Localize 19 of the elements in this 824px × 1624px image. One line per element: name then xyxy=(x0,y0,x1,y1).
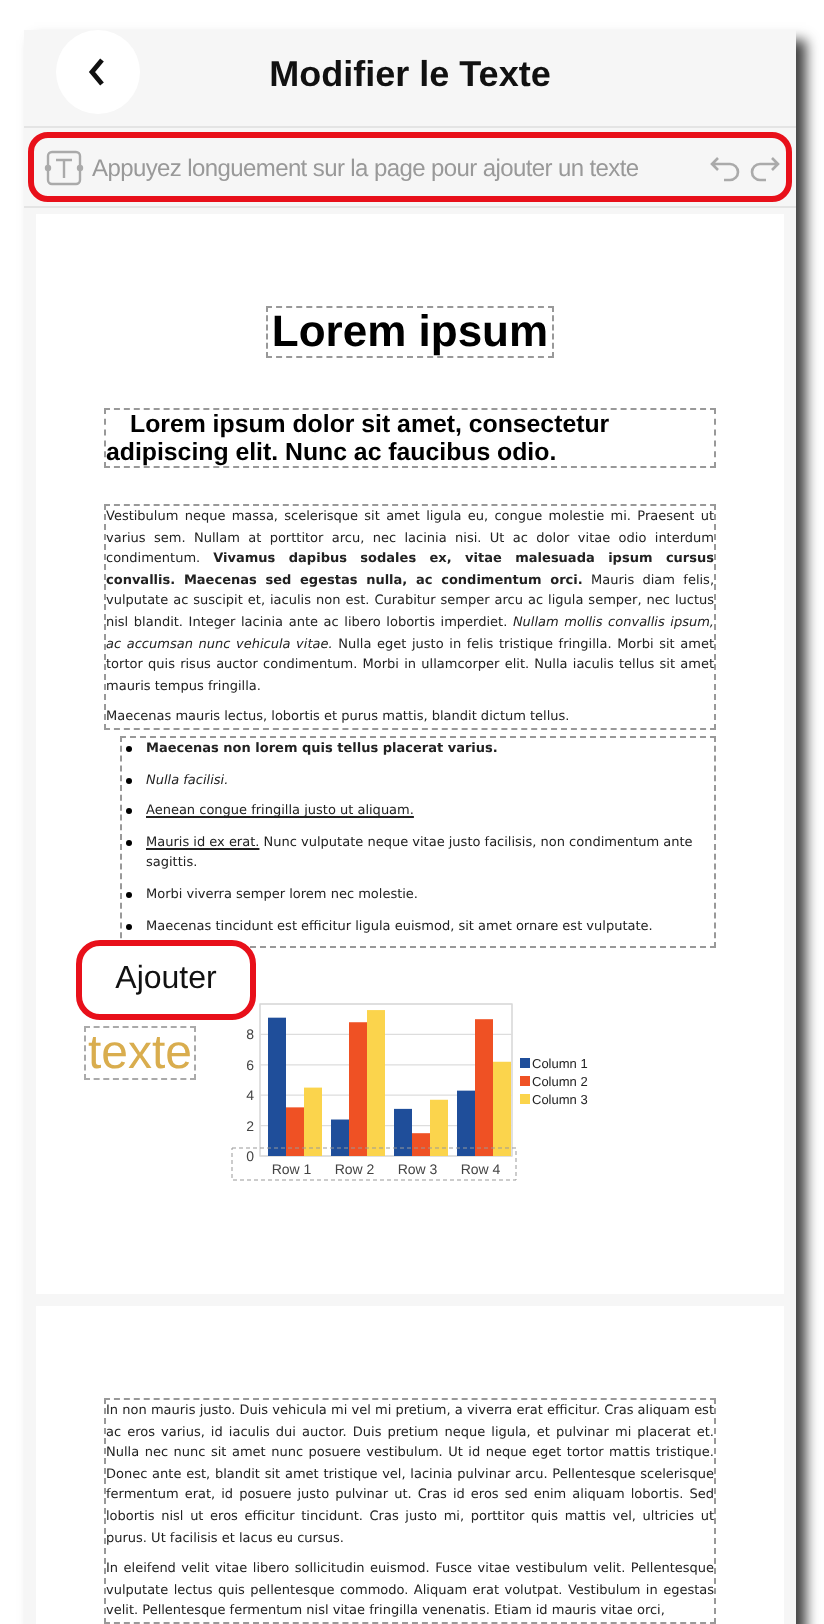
add-button[interactable]: Ajouter xyxy=(76,940,256,1020)
document-subtitle: Lorem ipsum dolor sit amet, consectetur adipiscing elit. Nunc ac faucibus odio. xyxy=(104,408,716,468)
hint-text: Appuyez longuement sur la page pour ajouter un texte xyxy=(92,151,639,185)
bullet-icon xyxy=(126,808,132,815)
bar xyxy=(304,1087,322,1157)
back-icon xyxy=(86,56,110,88)
screen-title: Modifier le Texte xyxy=(269,52,551,98)
back-button[interactable] xyxy=(56,30,140,114)
text-box-icon xyxy=(42,149,86,185)
redo-icon[interactable] xyxy=(746,151,782,183)
bullet-icon xyxy=(126,839,132,846)
bullet-icon xyxy=(126,777,132,784)
bullet-icon xyxy=(126,891,132,898)
bullet-icon xyxy=(126,923,132,929)
undo-icon[interactable] xyxy=(708,151,744,183)
bullet-icon xyxy=(126,745,132,752)
hint-bar[interactable]: Appuyez longuement sur la page pour ajouter un texte xyxy=(28,132,792,202)
document-title: Lorem ipsum xyxy=(265,306,555,358)
added-text[interactable]: texte xyxy=(84,1026,197,1080)
